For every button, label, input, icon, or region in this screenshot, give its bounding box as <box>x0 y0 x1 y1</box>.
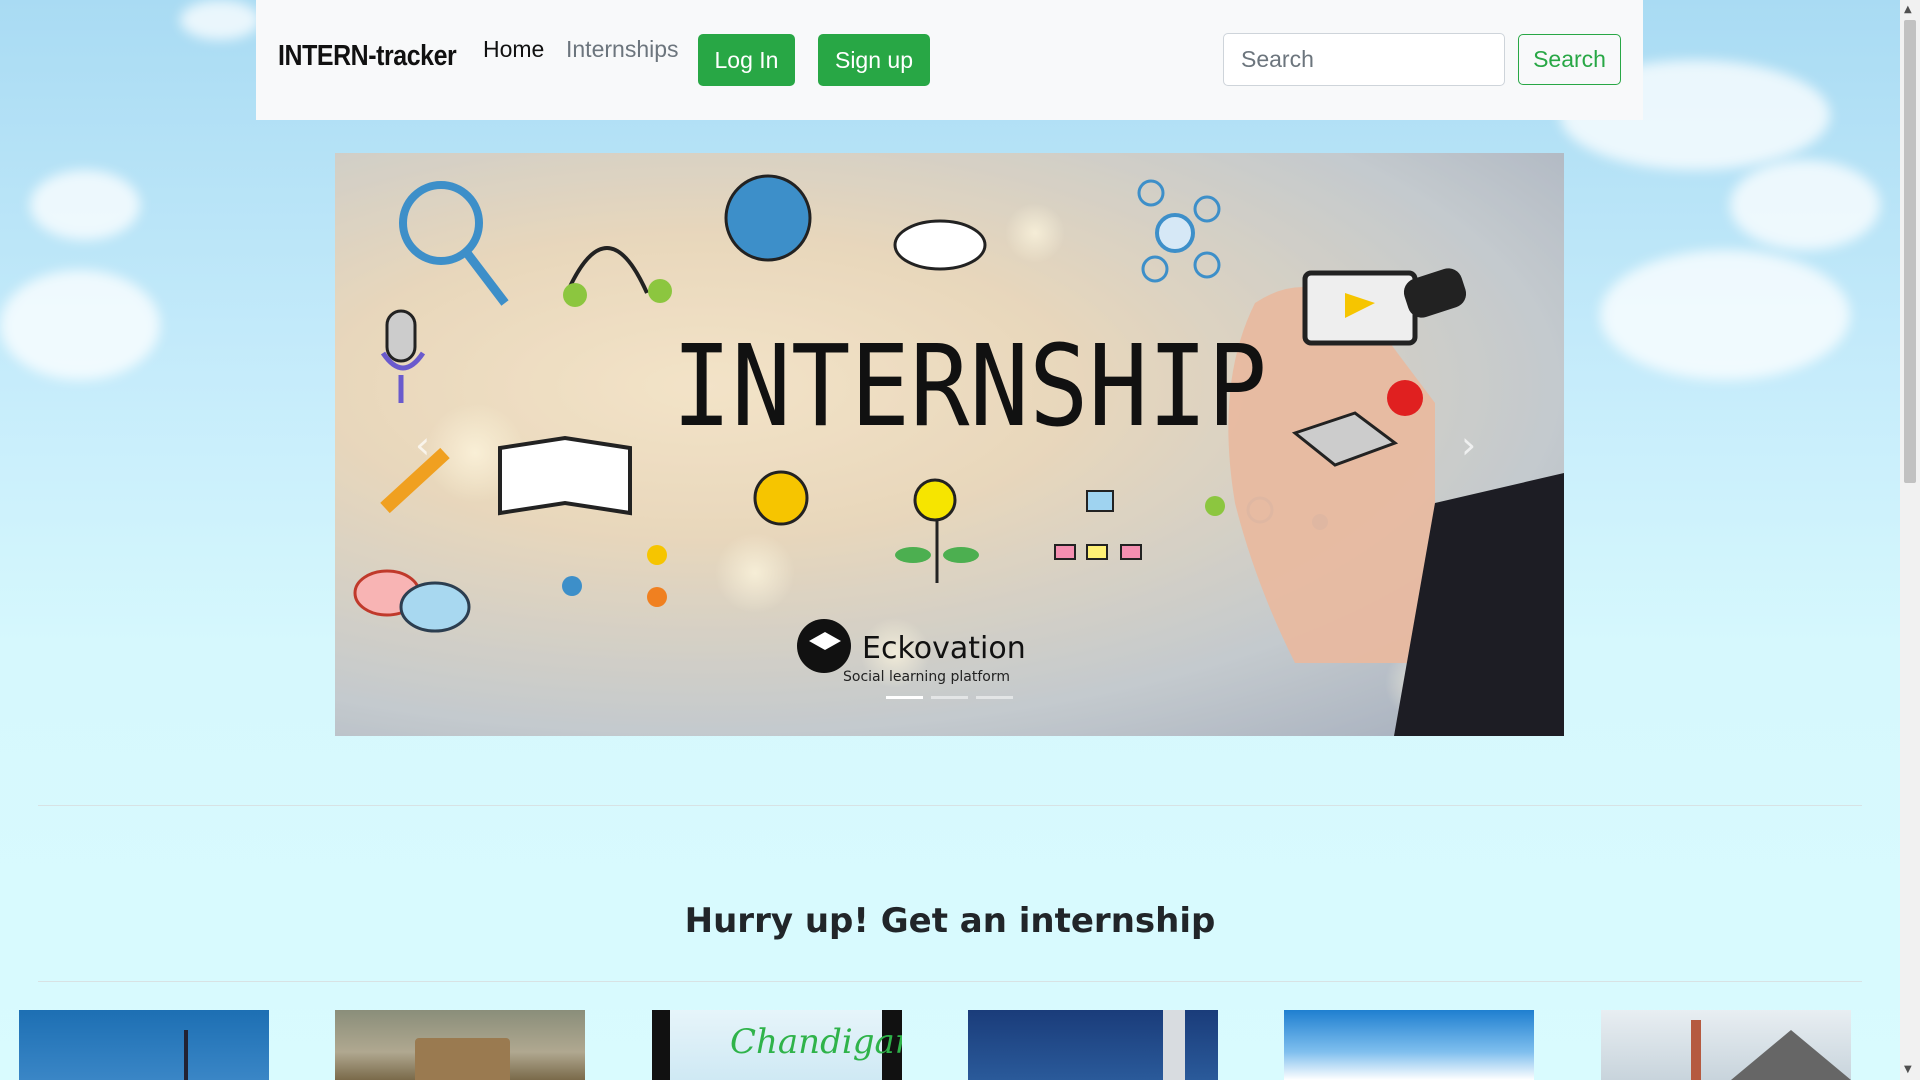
divider <box>38 981 1862 982</box>
city-card-3[interactable]: Chandigarh <box>652 1010 902 1080</box>
eckovation-tagline: Social learning platform <box>843 669 1010 685</box>
city-card-2[interactable] <box>335 1010 585 1080</box>
cloud-decoration <box>30 170 140 240</box>
cloud-decoration <box>180 0 260 40</box>
city-card-4[interactable] <box>968 1010 1218 1080</box>
cloud-decoration <box>0 270 160 380</box>
scrollbar[interactable]: ▲ ▼ <box>1900 0 1920 1080</box>
nav-internships-link[interactable]: Internships <box>566 36 679 63</box>
login-button[interactable]: Log In <box>698 34 795 86</box>
city-card-5[interactable] <box>1284 1010 1534 1080</box>
brand-logo[interactable]: INTERN-tracker <box>278 40 457 73</box>
search-button[interactable]: Search <box>1518 34 1621 85</box>
carousel-prev-icon[interactable]: ‹ <box>415 423 430 467</box>
carousel-next-icon[interactable]: › <box>1461 423 1476 467</box>
carousel-slide-image: INTERNSHIP Eckovation Social learning pl… <box>335 153 1564 736</box>
hero-carousel: INTERNSHIP Eckovation Social learning pl… <box>335 153 1564 736</box>
scroll-down-icon[interactable]: ▼ <box>1904 1064 1912 1075</box>
scroll-up-icon[interactable]: ▲ <box>1904 4 1912 15</box>
divider <box>38 805 1862 806</box>
eckovation-logo-text: Eckovation <box>862 631 1026 666</box>
cloud-decoration <box>1600 250 1850 380</box>
carousel-indicator-1[interactable] <box>886 696 923 699</box>
page-headline: Hurry up! Get an internship <box>684 901 1216 942</box>
carousel-indicator-3[interactable] <box>976 696 1013 699</box>
carousel-indicators <box>886 696 1013 699</box>
carousel-indicator-2[interactable] <box>931 696 968 699</box>
nav-home-link[interactable]: Home <box>483 36 544 63</box>
search-input[interactable] <box>1223 33 1505 86</box>
signup-button[interactable]: Sign up <box>818 34 930 86</box>
slide-title-text: INTERNSHIP <box>672 322 1267 452</box>
city-card-3-label: Chandigarh <box>730 1022 902 1062</box>
scrollbar-thumb[interactable] <box>1904 20 1916 483</box>
city-card-6[interactable] <box>1601 1010 1851 1080</box>
navbar: INTERN-tracker Home Internships Log In S… <box>256 0 1643 120</box>
cloud-decoration <box>1730 160 1880 250</box>
city-card-1[interactable] <box>19 1010 269 1080</box>
